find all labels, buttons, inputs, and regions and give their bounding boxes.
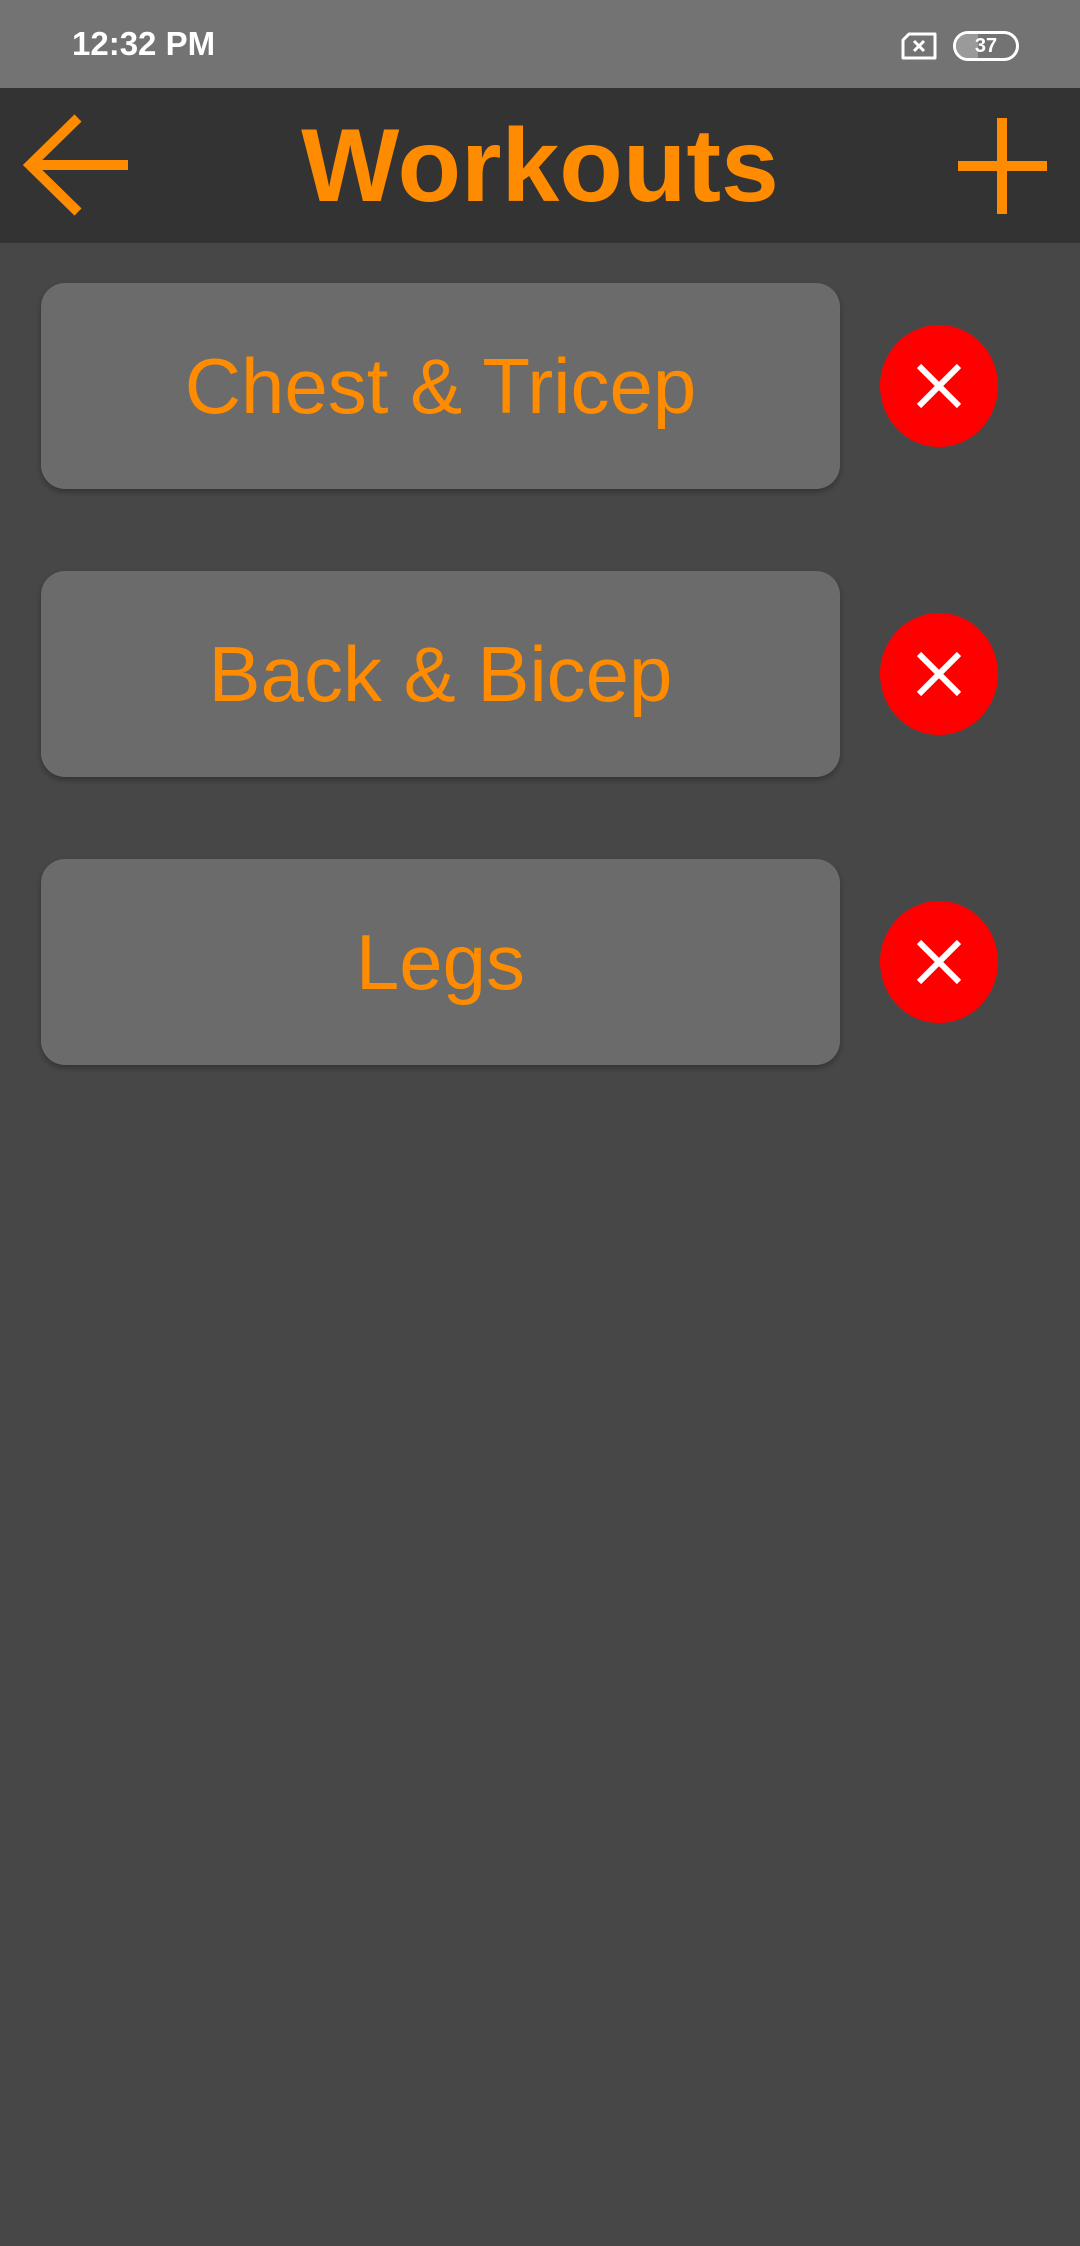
battery-icon: 37: [953, 31, 1019, 61]
plus-icon: [958, 118, 1047, 214]
delete-workout-button[interactable]: [880, 613, 998, 735]
add-workout-button[interactable]: [950, 116, 1055, 216]
close-icon: [916, 363, 962, 409]
battery-level: 37: [974, 35, 998, 57]
page-title: Workouts: [301, 108, 779, 224]
app-bar: Workouts: [0, 88, 1080, 243]
workout-button[interactable]: Back & Bicep: [41, 571, 840, 777]
workout-button[interactable]: Legs: [41, 859, 840, 1065]
delete-workout-button[interactable]: [880, 901, 998, 1023]
workout-row: Chest & Tricep: [0, 283, 1080, 489]
back-button[interactable]: [20, 113, 132, 218]
status-time: 12:32 PM: [72, 25, 216, 62]
close-icon: [916, 651, 962, 697]
delete-workout-button[interactable]: [880, 325, 998, 447]
arrow-left-icon: [22, 114, 128, 216]
workout-button[interactable]: Chest & Tricep: [41, 283, 840, 489]
workout-row: Legs: [0, 859, 1080, 1065]
workout-list: Chest & Tricep Back & Bicep Legs: [0, 283, 1080, 1147]
close-icon: [916, 939, 962, 985]
sim-card-icon: [900, 32, 938, 60]
workout-row: Back & Bicep: [0, 571, 1080, 777]
status-bar: 12:32 PM 37: [0, 0, 1080, 88]
